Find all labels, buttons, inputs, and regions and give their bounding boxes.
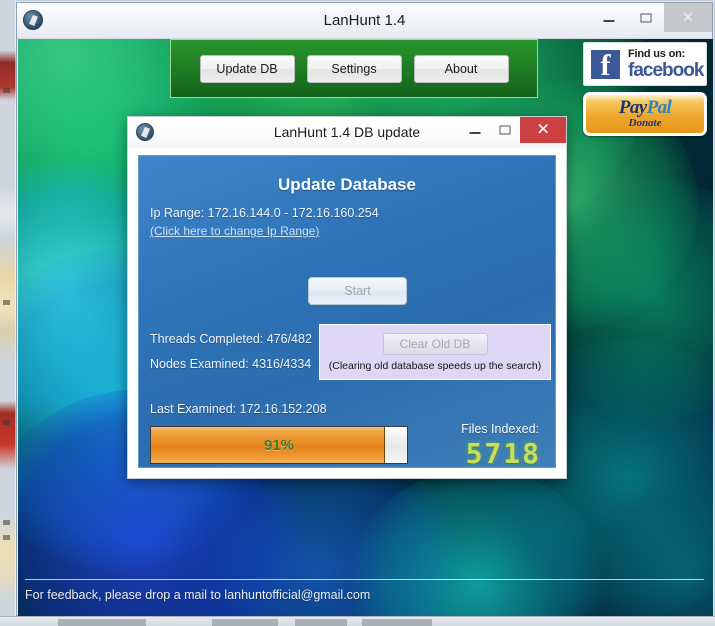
minimize-icon bbox=[603, 19, 614, 22]
close-button[interactable]: ✕ bbox=[664, 3, 712, 32]
threads-completed-label: Threads Completed: 476/482 bbox=[150, 332, 312, 346]
main-window-controls: ✕ bbox=[590, 3, 712, 32]
facebook-badge-line2: facebook bbox=[628, 59, 704, 81]
minimize-button[interactable] bbox=[590, 3, 627, 32]
paypal-pay-text: Pay bbox=[618, 97, 647, 118]
dialog-maximize-button[interactable] bbox=[490, 117, 520, 143]
dialog-close-button[interactable]: ✕ bbox=[520, 117, 566, 143]
progress-bar-percent: 91% bbox=[263, 436, 295, 454]
screen: LanHunt 1.4 ✕ Update DB Settings About f… bbox=[0, 0, 715, 626]
db-update-dialog: LanHunt 1.4 DB update ✕ Update Database … bbox=[127, 116, 567, 479]
maximize-icon bbox=[640, 13, 651, 22]
paypal-donate-button[interactable]: PayPal Donate bbox=[583, 92, 707, 136]
bokeh-blob bbox=[578, 479, 713, 616]
close-icon: ✕ bbox=[681, 9, 695, 26]
maximize-icon bbox=[499, 125, 511, 135]
clear-old-db-button[interactable]: Clear Old DB bbox=[382, 332, 488, 355]
minimize-icon bbox=[469, 132, 481, 134]
last-examined-label: Last Examined: 172.16.152.208 bbox=[150, 402, 327, 416]
dialog-window-controls: ✕ bbox=[460, 117, 566, 143]
windows-taskbar[interactable] bbox=[0, 616, 715, 626]
dialog-body: Update Database Ip Range: 172.16.144.0 -… bbox=[138, 155, 556, 470]
settings-button[interactable]: Settings bbox=[306, 54, 402, 83]
maximize-button[interactable] bbox=[627, 3, 664, 32]
facebook-f-icon bbox=[589, 47, 622, 83]
facebook-badge-line1: Find us on: bbox=[628, 47, 686, 60]
clear-old-db-panel: Clear Old DB (Clearing old database spee… bbox=[319, 324, 551, 380]
files-indexed-value: 5718 bbox=[465, 437, 541, 470]
main-titlebar[interactable]: LanHunt 1.4 ✕ bbox=[17, 3, 712, 39]
desktop-left-sliver bbox=[0, 0, 16, 626]
files-indexed-label: Files Indexed: bbox=[461, 422, 539, 436]
wallpaper-client-area: Update DB Settings About Find us on: fac… bbox=[18, 39, 713, 616]
about-button[interactable]: About bbox=[413, 54, 509, 83]
footer-divider bbox=[25, 579, 704, 580]
bokeh-blob bbox=[348, 469, 608, 616]
main-window: LanHunt 1.4 ✕ Update DB Settings About f… bbox=[16, 2, 713, 616]
progress-bar: 91% bbox=[150, 426, 408, 464]
clear-old-db-note: (Clearing old database speeds up the sea… bbox=[328, 359, 542, 372]
nodes-examined-label: Nodes Examined: 4316/4334 bbox=[150, 357, 312, 371]
facebook-badge[interactable]: Find us on: facebook bbox=[583, 42, 707, 86]
close-icon: ✕ bbox=[536, 121, 550, 139]
dialog-heading: Update Database bbox=[278, 175, 416, 194]
change-ip-range-link[interactable]: (Click here to change Ip Range) bbox=[150, 224, 319, 238]
dialog-minimize-button[interactable] bbox=[460, 117, 490, 143]
footer-feedback-text: For feedback, please drop a mail to lanh… bbox=[25, 588, 371, 602]
ip-range-label: Ip Range: 172.16.144.0 - 172.16.160.254 bbox=[150, 206, 379, 220]
paypal-donate-label: Donate bbox=[628, 117, 662, 129]
update-db-button[interactable]: Update DB bbox=[199, 54, 295, 83]
start-button[interactable]: Start bbox=[308, 277, 407, 305]
paypal-wordmark: PayPal bbox=[618, 97, 672, 118]
main-toolbar: Update DB Settings About bbox=[170, 39, 538, 98]
dialog-titlebar[interactable]: LanHunt 1.4 DB update ✕ bbox=[128, 117, 566, 148]
facebook-badge-text: Find us on: facebook bbox=[628, 47, 704, 81]
paypal-pal-text: Pal bbox=[646, 97, 672, 118]
